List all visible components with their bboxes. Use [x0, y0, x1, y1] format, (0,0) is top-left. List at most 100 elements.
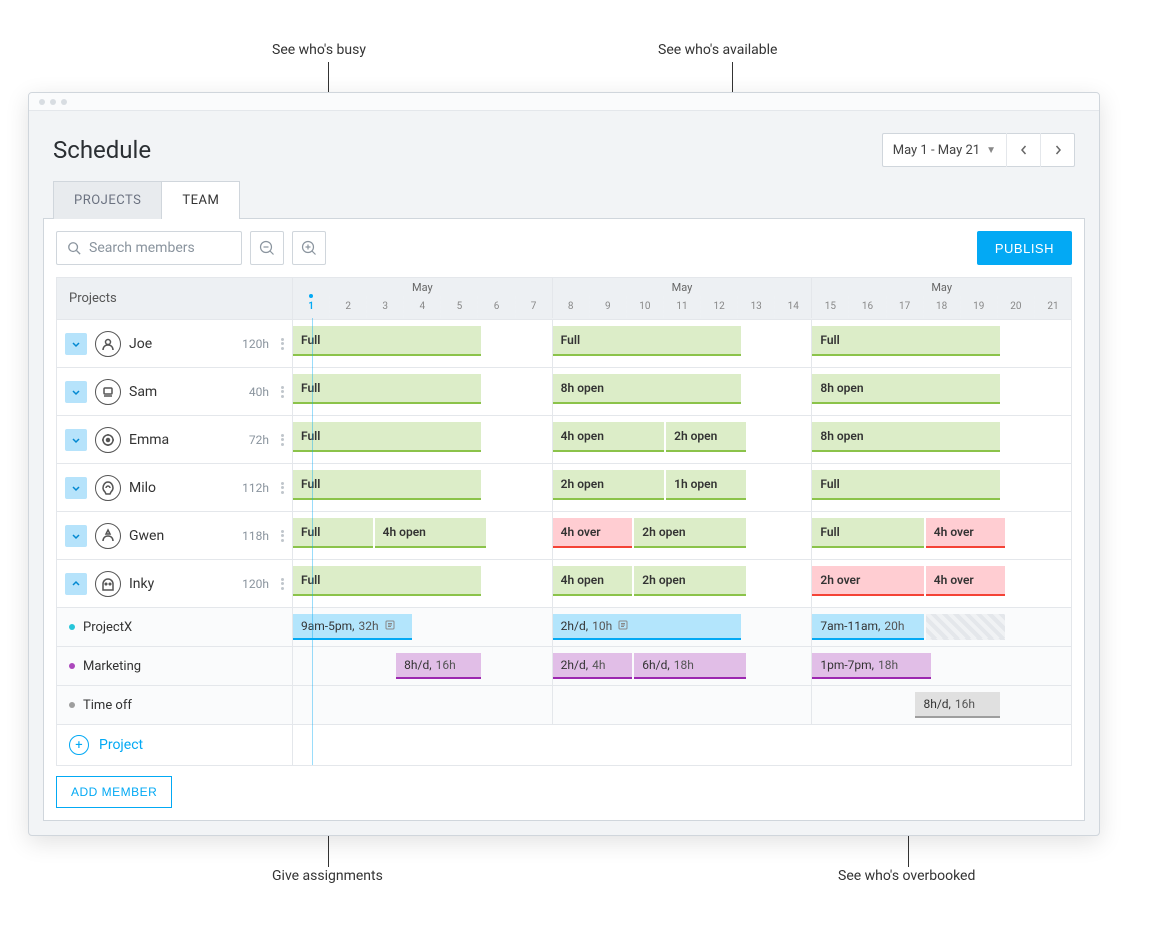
schedule-block[interactable]: 6h/d,18h: [634, 653, 745, 679]
schedule-block[interactable]: Full: [293, 326, 481, 356]
day-header-13: 13: [738, 296, 775, 318]
day-header-16: 16: [849, 296, 886, 318]
schedule-block[interactable]: Full: [553, 326, 741, 356]
schedule-block[interactable]: 4h open: [553, 422, 664, 452]
schedule-block[interactable]: 2h/d,10h: [553, 614, 741, 640]
add-project-button[interactable]: + Project: [57, 725, 293, 765]
expand-button[interactable]: [65, 477, 87, 499]
schedule-block[interactable]: 2h open: [634, 566, 745, 596]
more-options-button[interactable]: [281, 338, 284, 350]
zoom-in-button[interactable]: [292, 231, 326, 265]
prev-range-button[interactable]: [1006, 133, 1040, 167]
schedule-block[interactable]: 2h open: [666, 422, 746, 452]
avatar-icon: [95, 427, 121, 453]
add-member-button[interactable]: ADD MEMBER: [56, 776, 172, 808]
day-header-11: 11: [664, 296, 701, 318]
zoom-out-icon: [259, 240, 275, 256]
expand-button[interactable]: [65, 333, 87, 355]
page-header: Schedule May 1 - May 21 ▼: [29, 111, 1099, 181]
schedule-block[interactable]: 8h open: [812, 374, 1000, 404]
schedule-block[interactable]: 8h/d,16h: [396, 653, 481, 679]
zoom-in-icon: [301, 240, 317, 256]
more-options-button[interactable]: [281, 530, 284, 542]
schedule-block[interactable]: 2h open: [634, 518, 745, 548]
schedule-block[interactable]: 2h open: [553, 470, 664, 500]
schedule-block[interactable]: Full: [293, 518, 373, 548]
search-placeholder: Search members: [89, 240, 195, 256]
schedule-block[interactable]: 2h over: [812, 566, 923, 596]
schedule-block[interactable]: Full: [812, 470, 1000, 500]
search-icon: [67, 241, 81, 255]
tab-row: PROJECTS TEAM: [29, 181, 1099, 219]
next-range-button[interactable]: [1040, 133, 1074, 167]
schedule-block[interactable]: 4h over: [926, 518, 1006, 548]
annotation-overbooked: See who's overbooked: [838, 868, 975, 884]
schedule-block[interactable]: 1h open: [666, 470, 746, 500]
member-name: Emma: [129, 432, 241, 448]
left-column-header: Projects: [57, 278, 293, 319]
day-header-20: 20: [998, 296, 1035, 318]
zoom-out-button[interactable]: [250, 231, 284, 265]
schedule-block[interactable]: 4h open: [553, 566, 633, 596]
day-header-15: 15: [812, 296, 849, 318]
member-name: Sam: [129, 384, 241, 400]
more-options-button[interactable]: [281, 578, 284, 590]
schedule-block[interactable]: 4h open: [375, 518, 486, 548]
day-header-7: 7: [516, 296, 552, 318]
app-window: Schedule May 1 - May 21 ▼ PROJECTS TEAM …: [28, 92, 1100, 836]
avatar-icon: [95, 475, 121, 501]
schedule-panel: Search members PUBLISH Projects MayMayMa…: [43, 218, 1085, 821]
member-row: Milo112hFull2h open1h openFull: [57, 464, 1071, 512]
schedule-grid: Projects MayMayMay1234567891011121314151…: [56, 277, 1072, 766]
assignment-row: Time off8h/d,16h: [57, 686, 1071, 725]
annotation-assignments: Give assignments: [272, 868, 383, 884]
assignment-row: ProjectX9am-5pm,32h2h/d,10h7am-11am,20h: [57, 608, 1071, 647]
tab-team[interactable]: TEAM: [161, 181, 240, 219]
schedule-block[interactable]: Full: [293, 566, 481, 596]
page-title: Schedule: [53, 136, 151, 164]
expand-button[interactable]: [65, 573, 87, 595]
expand-button[interactable]: [65, 429, 87, 451]
member-hours: 120h: [242, 337, 269, 351]
search-input[interactable]: Search members: [56, 231, 242, 265]
schedule-block[interactable]: [926, 614, 1006, 640]
date-range-label: May 1 - May 21: [893, 143, 980, 158]
schedule-block[interactable]: 4h over: [926, 566, 1006, 596]
note-icon: [618, 619, 628, 633]
schedule-block[interactable]: 8h/d,16h: [915, 692, 1000, 718]
schedule-block[interactable]: Full: [812, 518, 923, 548]
more-options-button[interactable]: [281, 434, 284, 446]
window-titlebar: [29, 93, 1099, 111]
member-row: Inky120hFull4h open2h open2h over4h over: [57, 560, 1071, 608]
schedule-block[interactable]: 8h open: [553, 374, 741, 404]
schedule-block[interactable]: Full: [293, 374, 481, 404]
add-project-label: Project: [99, 737, 143, 753]
schedule-block[interactable]: 2h/d,4h: [553, 653, 633, 679]
publish-button[interactable]: PUBLISH: [977, 231, 1072, 265]
member-hours: 112h: [242, 481, 269, 495]
schedule-block[interactable]: Full: [812, 326, 1000, 356]
assignment-label: Marketing: [83, 659, 141, 674]
schedule-block[interactable]: 8h open: [812, 422, 1000, 452]
tab-projects[interactable]: PROJECTS: [53, 181, 162, 219]
day-header-5: 5: [441, 296, 478, 318]
day-header-12: 12: [701, 296, 738, 318]
schedule-block[interactable]: Full: [293, 470, 481, 500]
expand-button[interactable]: [65, 525, 87, 547]
member-name: Gwen: [129, 528, 234, 544]
assignment-row: Marketing 8h/d,16h 2h/d,4h6h/d,18h 1pm-7pm,…: [57, 647, 1071, 686]
date-range-picker[interactable]: May 1 - May 21 ▼: [882, 133, 1075, 167]
bullet-icon: [69, 702, 75, 708]
expand-button[interactable]: [65, 381, 87, 403]
schedule-block[interactable]: 7am-11am,20h: [812, 614, 923, 640]
day-header-8: 8: [553, 296, 590, 318]
bullet-icon: [69, 624, 75, 630]
more-options-button[interactable]: [281, 386, 284, 398]
plus-icon: +: [69, 735, 89, 755]
schedule-block[interactable]: 4h over: [553, 518, 633, 548]
annotation-busy: See who's busy: [272, 42, 366, 58]
more-options-button[interactable]: [281, 482, 284, 494]
note-icon: [385, 619, 395, 633]
schedule-block[interactable]: 1pm-7pm,18h: [812, 653, 931, 679]
schedule-block[interactable]: Full: [293, 422, 481, 452]
